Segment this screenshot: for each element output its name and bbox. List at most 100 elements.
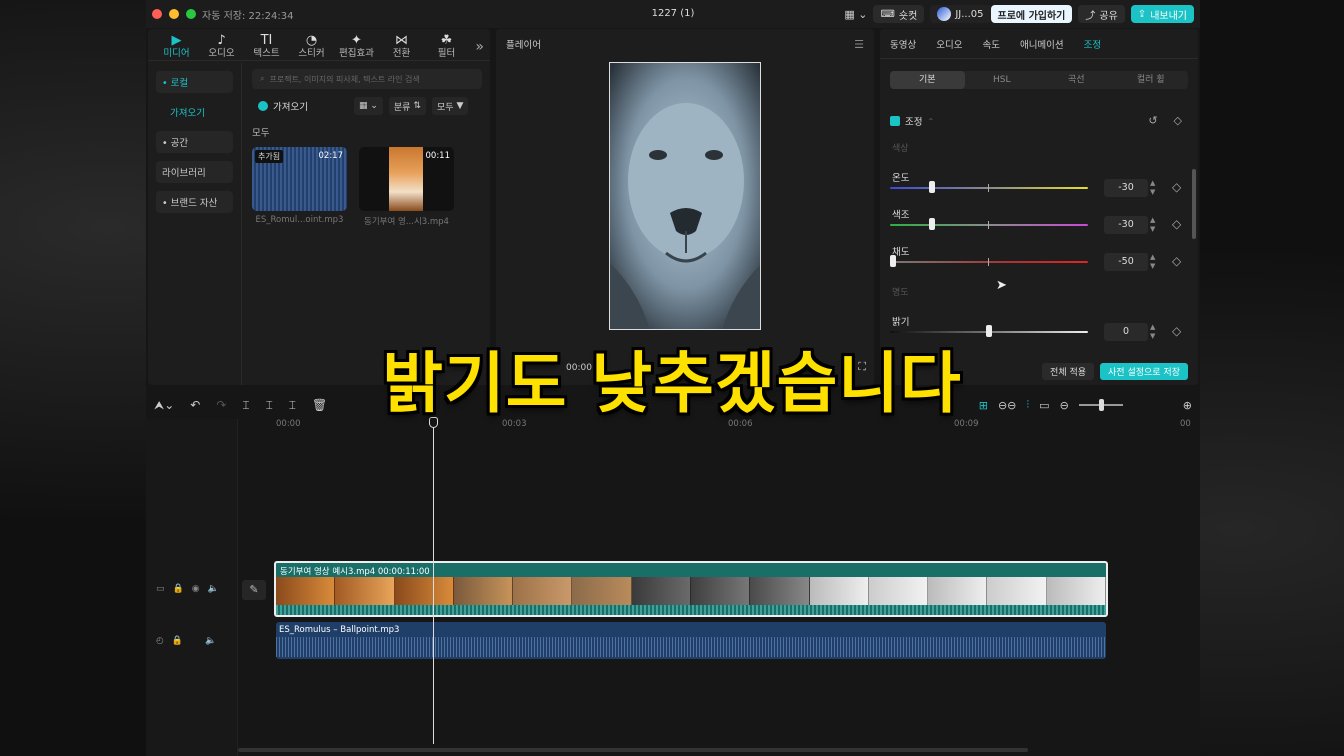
tool-media[interactable]: ▶ 미디어: [154, 31, 199, 60]
temperature-slider-track[interactable]: [890, 187, 1088, 189]
tiger-image: [389, 147, 423, 211]
effects-icon: ✦: [351, 33, 362, 48]
shortcuts-button[interactable]: ⌨ 숏컷: [873, 5, 925, 23]
audio-track-icon: ◴: [156, 636, 164, 646]
chevron-up-icon[interactable]: ⌃: [927, 117, 934, 126]
sidebar-item-brand[interactable]: • 브랜드 자산: [156, 191, 233, 213]
export-button[interactable]: ⇪ 내보내기: [1130, 5, 1194, 23]
param-temperature: 온도 -30 ▲ ▼ ◇: [890, 170, 1188, 197]
title-bar: 자동 저장: 22:24:34 1227 (1) ▦ ⌄ ⌨ 숏컷 JJ...05…: [146, 0, 1200, 28]
cover-icon[interactable]: ▭: [156, 584, 165, 594]
adjust-subtabs: 기본 HSL 곡선 컬러 휠: [890, 71, 1188, 89]
media-toolbar: ▶ 미디어 ♪ 오디오 TI 텍스트 ◔ 스티커 ✦ 편집효과 ⋈ 전환 ☘ 필터 »: [148, 29, 490, 61]
clip-audio-wave: [276, 605, 1106, 615]
subtab-basic[interactable]: 기본: [890, 71, 965, 89]
saturation-slider-handle[interactable]: [890, 255, 896, 267]
close-window-button[interactable]: [152, 9, 162, 19]
video-thumbnail: 00:11: [359, 147, 454, 211]
keyboard-icon: ⌨: [880, 8, 895, 20]
subtab-curves[interactable]: 곡선: [1039, 71, 1114, 89]
keyframe-icon[interactable]: ◇: [1172, 217, 1181, 231]
keyframe-icon[interactable]: ◇: [1172, 254, 1181, 268]
tool-audio[interactable]: ♪ 오디오: [199, 31, 244, 60]
share-button[interactable]: ⤴ 공유: [1078, 5, 1125, 23]
media-item-video[interactable]: 00:11 동기부여 영...시3.mp4: [359, 147, 454, 227]
stepper-icon[interactable]: ▲ ▼: [1150, 253, 1155, 271]
tab-video[interactable]: 동영상: [890, 37, 916, 51]
temperature-value-input[interactable]: -30: [1104, 179, 1148, 197]
join-pro-button[interactable]: 프로에 가입하기: [990, 5, 1073, 23]
reset-icon[interactable]: ↺: [1148, 114, 1157, 127]
zoom-window-button[interactable]: [186, 9, 196, 19]
tool-filter[interactable]: ☘ 필터: [424, 31, 469, 60]
timeline-scrollbar[interactable]: [238, 748, 1028, 752]
tab-audio[interactable]: 오디오: [936, 37, 962, 51]
export-icon: ⇪: [1137, 8, 1147, 20]
temperature-slider-handle[interactable]: [928, 181, 935, 193]
sticker-icon: ◔: [305, 33, 318, 48]
view-mode-button[interactable]: ▦ ⌄: [353, 97, 383, 115]
search-input[interactable]: ⌕ 프로젝트, 이미지의 피사체, 텍스트 라인 검색: [252, 69, 482, 89]
import-button[interactable]: 가져오기: [252, 97, 314, 115]
media-item-audio[interactable]: 추가됨 02:17 ES_Romul...oint.mp3: [252, 147, 347, 227]
media-actions: 가져오기 ▦ ⌄ 분류 ⇅ 모두 ▼: [252, 97, 482, 115]
adjust-checkbox[interactable]: [890, 116, 900, 126]
tool-text[interactable]: TI 텍스트: [244, 31, 289, 60]
user-menu[interactable]: JJ...05: [930, 5, 991, 23]
inspector-scrollbar[interactable]: [1192, 169, 1196, 239]
sidebar-item-local[interactable]: • 로컬: [156, 71, 233, 93]
tool-sticker[interactable]: ◔ 스티커: [289, 31, 334, 60]
tint-value-input[interactable]: -30: [1104, 216, 1148, 234]
lock-icon[interactable]: 🔒: [173, 584, 184, 594]
media-content: ⌕ 프로젝트, 이미지의 피사체, 텍스트 라인 검색 가져오기 ▦ ⌄ 분류 ⇅ …: [252, 69, 482, 227]
menu-icon[interactable]: ☰: [854, 38, 864, 51]
tab-animation[interactable]: 애니메이션: [1020, 37, 1064, 51]
clip-frames: [276, 577, 1106, 607]
subtab-hsl[interactable]: HSL: [965, 71, 1040, 89]
layout-icon[interactable]: ▦ ⌄: [844, 8, 867, 21]
tool-effects[interactable]: ✦ 편집효과: [334, 31, 379, 60]
tool-transition[interactable]: ⋈ 전환: [379, 31, 424, 60]
tint-slider-track[interactable]: [890, 224, 1088, 226]
player-title: 플레이어: [506, 40, 541, 51]
edit-cover-button[interactable]: ✎: [242, 580, 266, 600]
video-preview[interactable]: [609, 62, 761, 330]
tab-speed[interactable]: 속도: [982, 37, 999, 51]
subtitle-caption: 밝기도 낮추겠습니다: [382, 345, 962, 422]
sidebar-item-library[interactable]: 라이브러리: [156, 161, 233, 183]
saturation-value-input[interactable]: -50: [1104, 253, 1148, 271]
filter-icon: ☘: [440, 33, 453, 48]
speaker-icon[interactable]: 🔈: [208, 584, 219, 594]
stepper-icon[interactable]: ▲ ▼: [1150, 179, 1155, 197]
minimize-window-button[interactable]: [169, 9, 179, 19]
speaker-icon[interactable]: 🔈: [205, 636, 216, 646]
tint-slider-handle[interactable]: [928, 218, 935, 230]
more-tools-icon[interactable]: »: [475, 31, 484, 60]
tab-adjust[interactable]: 조정: [1084, 37, 1101, 51]
playhead-line[interactable]: [433, 418, 434, 744]
saturation-slider-track[interactable]: [890, 261, 1088, 263]
media-icon: ▶: [171, 33, 182, 48]
sidebar-item-import[interactable]: 가져오기: [156, 101, 233, 123]
sidebar-item-space[interactable]: • 공간: [156, 131, 233, 153]
audio-clip[interactable]: ES_Romulus – Ballpoint.mp3: [276, 622, 1106, 659]
keyframe-icon[interactable]: ◇: [1172, 180, 1181, 194]
media-duration: 02:17: [318, 151, 344, 161]
sort-button[interactable]: 분류 ⇅: [388, 97, 426, 115]
autosave-status: 자동 저장: 22:24:34: [202, 10, 294, 22]
audio-icon: ♪: [217, 33, 226, 48]
eye-icon[interactable]: ◉: [192, 584, 200, 594]
lock-icon[interactable]: 🔒: [172, 636, 183, 646]
subtab-color-wheel[interactable]: 컬러 휠: [1114, 71, 1189, 89]
search-icon: ⌕: [260, 74, 265, 83]
titlebar-actions: ▦ ⌄ ⌨ 숏컷 JJ...05 프로에 가입하기 ⤴ 공유 ⇪ 내보내기: [844, 5, 1194, 23]
stepper-icon[interactable]: ▲ ▼: [1150, 216, 1155, 234]
adjust-section-header: 조정 ⌃: [890, 114, 934, 128]
keyframe-icon[interactable]: ◇: [1174, 114, 1182, 127]
filter-button[interactable]: 모두 ▼: [431, 97, 469, 115]
track-headers: ▭ 🔒 ◉ 🔈 ◴ 🔒 🔈: [146, 419, 238, 756]
audio-waveform: [276, 637, 1106, 657]
video-clip[interactable]: 동기부여 영상 예시3.mp4 00:00:11:00: [274, 561, 1108, 617]
audio-clip-label: ES_Romulus – Ballpoint.mp3: [279, 625, 400, 635]
pencil-icon: ✎: [249, 583, 259, 596]
